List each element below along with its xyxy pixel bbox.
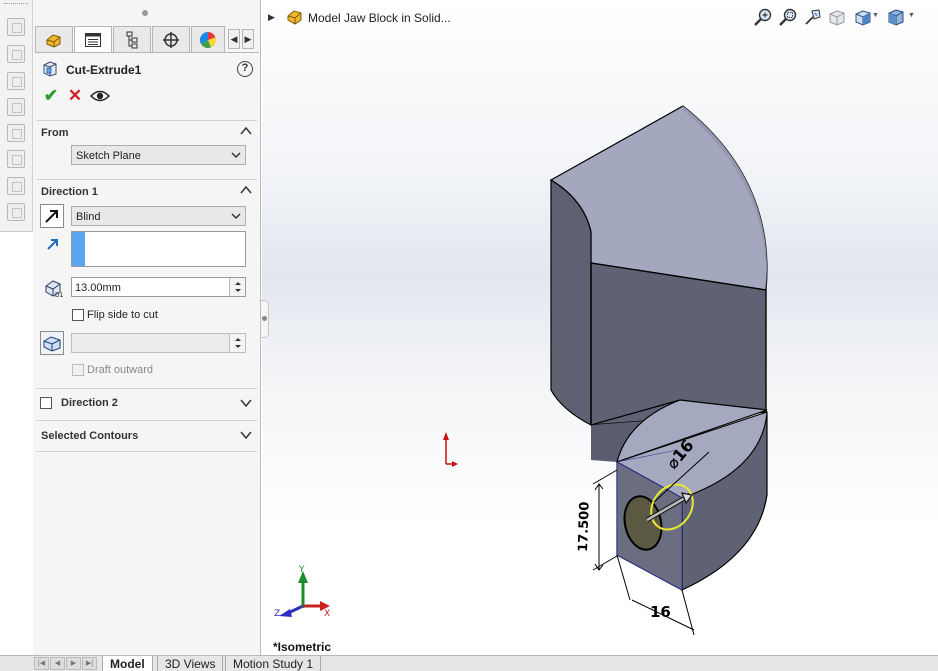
annotation-tool-icon[interactable]: [7, 18, 25, 36]
tab-dimxpertmanager[interactable]: [152, 26, 190, 52]
eye-icon: [89, 90, 111, 102]
from-section-header[interactable]: From: [37, 120, 257, 142]
reverse-direction-button[interactable]: [40, 204, 64, 228]
from-select[interactable]: Sketch Plane: [71, 145, 246, 165]
panel-grip[interactable]: [142, 10, 148, 16]
tab-featuremanager[interactable]: [35, 26, 73, 52]
chevron-down-icon[interactable]: [239, 428, 253, 442]
tabs-divider: [35, 52, 259, 53]
view-name-label: *Isometric: [273, 640, 332, 654]
direction2-section-label: Direction 2: [61, 397, 118, 409]
reverse-direction-icon: [45, 210, 58, 223]
solidworks-window: ◀ ▶ Cut-Extrude1 ? ✔ ✕ From Sketch Plane…: [0, 0, 938, 671]
draft-icon: [43, 336, 61, 352]
flip-side-checkbox[interactable]: [72, 309, 84, 321]
bottom-tab-bar: |◀ ◀ ▶ ▶| Model 3D Views Motion Study 1: [0, 655, 938, 671]
geometric-tolerance-tool-icon[interactable]: [7, 203, 25, 221]
direction2-section-header[interactable]: Direction 2: [37, 388, 257, 416]
draft-outward-checkbox[interactable]: [72, 364, 84, 376]
tab-displaymanager[interactable]: [191, 26, 225, 52]
balloon-tool-icon[interactable]: [7, 72, 25, 90]
strip-grip[interactable]: [4, 3, 28, 6]
surface-finish-tool-icon[interactable]: [7, 124, 25, 142]
displaymanager-icon: [199, 31, 216, 48]
tab-motion-study-1[interactable]: Motion Study 1: [225, 656, 322, 671]
chevron-down-icon: [231, 213, 241, 220]
chevron-up-icon[interactable]: [239, 124, 253, 138]
dimxpertmanager-icon: [163, 31, 179, 48]
draft-toggle-button[interactable]: [40, 331, 64, 355]
model-canvas: ⌀16 17.500 16 Y X Z: [274, 105, 768, 636]
weld-symbol-tool-icon[interactable]: [7, 150, 25, 168]
from-select-value: Sketch Plane: [76, 150, 141, 162]
note-tool-icon[interactable]: [7, 45, 25, 63]
tab-model[interactable]: Model: [102, 656, 153, 671]
inner-curved-face: [550, 178, 592, 426]
width-dimension-label[interactable]: 16: [650, 603, 671, 621]
height-dimension-label[interactable]: 17.500: [576, 501, 593, 552]
flip-side-label: Flip side to cut: [87, 309, 158, 321]
tab-3d-views[interactable]: 3D Views: [157, 656, 224, 671]
propertymanager-icon: [85, 33, 101, 47]
feature-header: Cut-Extrude1 ?: [41, 60, 255, 80]
help-icon[interactable]: ?: [237, 61, 253, 77]
depth-value: 13.00mm: [75, 282, 121, 294]
direction1-section-header[interactable]: Direction 1: [37, 179, 257, 201]
draft-spinner[interactable]: [229, 334, 245, 352]
end-condition-value: Blind: [76, 211, 101, 223]
spinner-arrows-icon: [235, 338, 241, 348]
tab-configurationmanager[interactable]: [113, 26, 151, 52]
property-manager-panel: ◀ ▶ Cut-Extrude1 ? ✔ ✕ From Sketch Plane…: [33, 0, 261, 655]
depth-spinner[interactable]: [229, 278, 245, 296]
triad-z-label: Z: [274, 609, 280, 619]
depth-icon: D1: [45, 280, 64, 298]
end-condition-select[interactable]: Blind: [71, 206, 246, 226]
selected-contours-label: Selected Contours: [41, 430, 139, 442]
tab-propertymanager[interactable]: [74, 26, 112, 53]
featuremanager-tree-icon: [46, 33, 61, 48]
prev-tab-button[interactable]: ◀: [50, 657, 65, 670]
first-tab-button[interactable]: |◀: [34, 657, 49, 670]
chevron-up-icon[interactable]: [239, 183, 253, 197]
feature-title: Cut-Extrude1: [66, 63, 142, 77]
triad-y-label: Y: [298, 565, 305, 575]
last-tab-button[interactable]: ▶|: [82, 657, 97, 670]
svg-text:D1: D1: [55, 292, 64, 298]
draft-outward-label: Draft outward: [87, 364, 154, 376]
ok-button[interactable]: ✔: [41, 86, 61, 106]
section-divider: [37, 451, 257, 452]
direction-vector-icon: [47, 239, 58, 250]
from-section-label: From: [41, 127, 69, 139]
selection-focus-bar: [72, 232, 85, 266]
panel-collapse-handle[interactable]: [261, 300, 269, 338]
depth-input[interactable]: 13.00mm: [71, 277, 246, 297]
tabs-scroll-left[interactable]: ◀: [228, 29, 240, 49]
action-row: ✔ ✕: [41, 86, 141, 106]
spinner-arrows-icon: [235, 282, 241, 292]
configurationmanager-icon: [126, 31, 138, 48]
cancel-button[interactable]: ✕: [65, 86, 85, 106]
cut-extrude-icon: [43, 61, 57, 77]
tabs-scroll-right[interactable]: ▶: [242, 29, 254, 49]
preview-button[interactable]: [89, 86, 111, 106]
selected-contours-section-header[interactable]: Selected Contours: [37, 420, 257, 448]
triad-x-label: X: [324, 609, 330, 619]
next-tab-button[interactable]: ▶: [66, 657, 81, 670]
datum-feature-tool-icon[interactable]: [7, 177, 25, 195]
draft-angle-input[interactable]: [71, 333, 246, 353]
left-tool-strip: [0, 0, 33, 232]
direction1-section-label: Direction 1: [41, 186, 98, 198]
manager-tabs: ◀ ▶: [35, 26, 259, 53]
reference-triad: Y X Z: [274, 565, 330, 619]
chevron-down-icon[interactable]: [239, 396, 253, 410]
origin-marker: [443, 432, 458, 467]
direction-selection-box[interactable]: [71, 231, 246, 267]
graphics-area[interactable]: ▶ Model Jaw Block in Solid... ▼ ▼ ⌀16 17…: [262, 0, 938, 655]
chevron-down-icon: [231, 152, 241, 159]
direction2-checkbox[interactable]: [40, 397, 52, 409]
auto-balloon-tool-icon[interactable]: [7, 98, 25, 116]
